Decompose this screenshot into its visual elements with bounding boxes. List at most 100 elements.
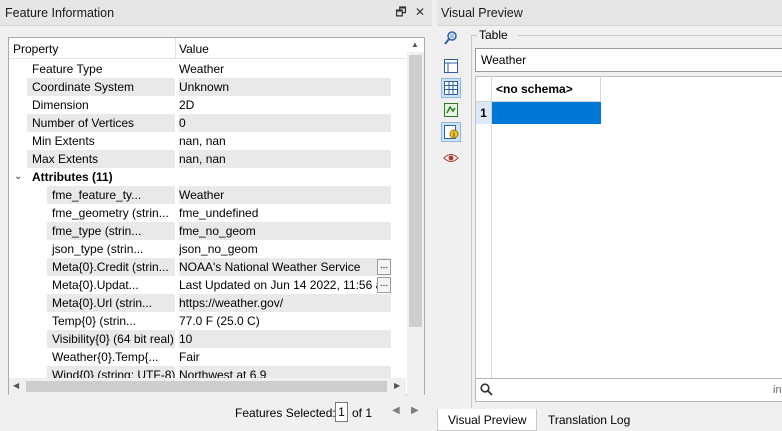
row-property-label: fme_feature_ty...	[52, 188, 142, 202]
row-value-label: NOAA's National Weather Service	[179, 260, 361, 274]
row-property-cell: fme_feature_ty...	[9, 186, 175, 204]
tree-group-row[interactable]: ⌄ Attributes (11)	[9, 168, 406, 186]
row-property-cell: Dimension	[9, 96, 175, 114]
row-property-label: fme_geometry (strin...	[52, 206, 169, 220]
panel-title: Feature Information	[5, 6, 115, 20]
tree-row[interactable]: Dimension 2D	[9, 96, 406, 114]
row-value-label: nan, nan	[179, 152, 226, 166]
tree-row[interactable]: Meta{0}.Url (strin... https://weather.gov…	[9, 294, 406, 312]
data-grid: <no schema> 1	[475, 76, 782, 400]
row-value-cell: Unknown	[179, 78, 391, 96]
search-scope-label: in	[773, 384, 782, 396]
scroll-left-icon[interactable]: ◀	[13, 381, 19, 390]
vertical-scrollbar[interactable]: ▲ ▼	[407, 40, 424, 389]
search-bar[interactable]: in	[475, 378, 782, 402]
row-value-label: Unknown	[179, 80, 230, 94]
layout-icon[interactable]	[441, 56, 461, 76]
row-value-cell	[179, 168, 391, 186]
tree-row[interactable]: Coordinate System Unknown	[9, 78, 406, 96]
row-value-label: 0	[179, 116, 186, 130]
row-value-label: https://weather.gov/	[179, 296, 284, 310]
row-value-cell: Fair	[179, 348, 391, 366]
scroll-up-icon[interactable]: ▲	[411, 40, 419, 49]
row-value-cell: nan, nan	[179, 150, 391, 168]
horizontal-scroll-thumb[interactable]	[26, 381, 387, 392]
close-icon[interactable]: ✕	[413, 5, 427, 19]
row-property-label: Coordinate System	[32, 80, 135, 94]
row-property-label: Meta{0}.Updat...	[52, 278, 139, 292]
features-selected-label: Features Selected:	[235, 406, 336, 420]
row-value-cell: Northwest at 6.9	[179, 366, 391, 378]
horizontal-scrollbar[interactable]: ◀ ▶	[9, 378, 406, 395]
tree-row[interactable]: json_type (strin... json_no_geom	[9, 240, 406, 258]
tree-row[interactable]: Number of Vertices 0	[9, 114, 406, 132]
expand-value-button[interactable]: ...	[377, 277, 391, 293]
tree-row[interactable]: Meta{0}.Credit (strin... NOAA's National …	[9, 258, 406, 276]
row-property-cell: Number of Vertices	[9, 114, 175, 132]
tree-row[interactable]: Feature Type Weather	[9, 60, 406, 78]
row-property-cell: ⌄ Attributes (11)	[9, 168, 175, 186]
row-value-label: fme_no_geom	[179, 224, 256, 238]
tree-row[interactable]: fme_geometry (strin... fme_undefined	[9, 204, 406, 222]
scroll-right-icon[interactable]: ▶	[394, 381, 400, 390]
row-value-cell: Weather	[179, 60, 391, 78]
column-divider[interactable]	[175, 38, 176, 59]
tab-visual-preview[interactable]: Visual Preview	[437, 409, 538, 431]
row-property-cell: Feature Type	[9, 60, 175, 78]
grid-corner[interactable]	[476, 77, 492, 102]
column-header-value[interactable]: Value	[179, 42, 209, 56]
row-property-cell: fme_geometry (strin...	[9, 204, 175, 222]
panel-title: Visual Preview	[441, 6, 523, 20]
row-value-label: Last Updated on Jun 14 2022, 11:56 am PD…	[179, 278, 391, 292]
row-value-cell: 10	[179, 330, 391, 348]
features-selected-input[interactable]: 1	[335, 402, 348, 422]
tree-row[interactable]: Max Extents nan, nan	[9, 150, 406, 168]
row-property-label: json_type (strin...	[52, 242, 144, 256]
next-feature-icon[interactable]: ▶	[411, 405, 419, 416]
row-property-cell: Meta{0}.Credit (strin...	[9, 258, 175, 276]
row-property-label: Dimension	[32, 98, 89, 112]
row-value-cell: https://weather.gov/	[179, 294, 391, 312]
tree-row[interactable]: Min Extents nan, nan	[9, 132, 406, 150]
column-header[interactable]: <no schema>	[492, 77, 601, 102]
row-property-cell: Meta{0}.Updat...	[9, 276, 175, 294]
row-value-label: Weather	[179, 62, 225, 76]
tree-row[interactable]: Meta{0}.Updat... Last Updated on Jun 14 2…	[9, 276, 406, 294]
visibility-icon[interactable]	[441, 148, 461, 168]
row-value-cell: json_no_geom	[179, 240, 391, 258]
tree-row[interactable]: Weather{0}.Temp{... Fair	[9, 348, 406, 366]
selected-cell[interactable]	[492, 102, 601, 124]
expand-chevron-icon[interactable]: ⌄	[14, 168, 22, 186]
restore-icon[interactable]: 🗗	[394, 5, 408, 19]
row-property-label: Meta{0}.Credit (strin...	[52, 260, 169, 274]
row-property-cell: Min Extents	[9, 132, 175, 150]
expand-value-button[interactable]: ...	[377, 259, 391, 275]
feature-info-icon[interactable]: i	[441, 122, 461, 142]
previous-feature-icon[interactable]: ◀	[392, 405, 400, 416]
table-view-icon[interactable]	[441, 78, 461, 98]
group-border	[471, 35, 472, 408]
zoom-select-icon[interactable]	[441, 28, 461, 48]
tree-row[interactable]: Temp{0} (strin... 77.0 F (25.0 C)	[9, 312, 406, 330]
table-select[interactable]: Weather	[475, 48, 782, 72]
group-border	[471, 35, 477, 36]
row-property-cell: Visibility{0} (64 bit real)	[9, 330, 175, 348]
tree-row[interactable]: fme_feature_ty... Weather	[9, 186, 406, 204]
row-number[interactable]: 1	[476, 102, 492, 124]
table-group-label: Table	[479, 28, 508, 42]
row-property-cell: Coordinate System	[9, 78, 175, 96]
scroll-corner	[407, 378, 424, 395]
features-total: of 1	[352, 406, 373, 420]
tree-row[interactable]: fme_type (strin... fme_no_geom	[9, 222, 406, 240]
row-property-cell: Wind{0} (string: UTF-8)	[9, 366, 175, 378]
tree-row[interactable]: Wind{0} (string: UTF-8) Northwest at 6.9	[9, 366, 406, 378]
svg-text:i: i	[453, 131, 455, 139]
column-header-property[interactable]: Property	[13, 42, 58, 56]
tree-row[interactable]: Visibility{0} (64 bit real) 10	[9, 330, 406, 348]
graphics-view-icon[interactable]	[441, 100, 461, 120]
row-value-label: fme_undefined	[179, 206, 259, 220]
vertical-scroll-thumb[interactable]	[409, 55, 422, 327]
tab-translation-log[interactable]: Translation Log	[538, 409, 640, 431]
row-value-cell: fme_undefined	[179, 204, 391, 222]
bottom-tabs: Visual Preview Translation Log	[437, 409, 782, 431]
